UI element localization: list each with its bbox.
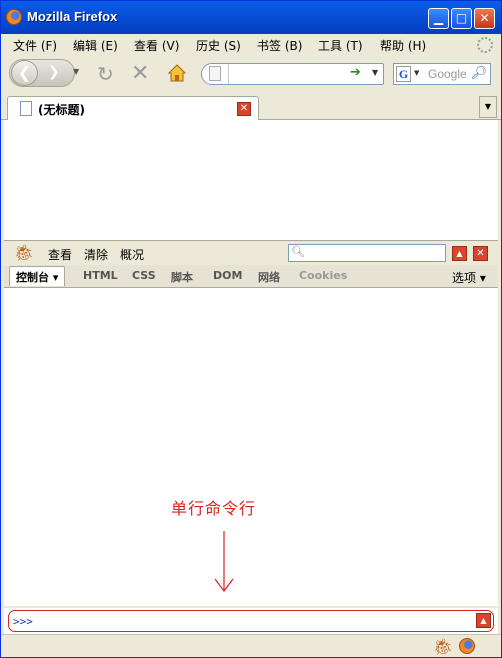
tab-script[interactable]: 脚本	[171, 269, 193, 285]
annotation-highlight	[8, 610, 494, 632]
firebug-panel-tabs: 控制台 ▾ HTML CSS 脚本 DOM 网络 Cookies 选项 ▾	[4, 265, 498, 288]
close-window-button[interactable]: ✕	[474, 8, 495, 29]
annotation-arrow-icon	[214, 531, 234, 592]
status-bar: 🐞︎	[1, 634, 501, 657]
menu-edit[interactable]: 编辑 (E)	[73, 37, 118, 54]
tab-close-button[interactable]: ✕	[237, 102, 251, 116]
maximize-button[interactable]: □	[451, 8, 472, 29]
tab-strip: (无标题) ✕ ▼	[1, 92, 501, 120]
tab-cookies[interactable]: Cookies	[299, 269, 347, 282]
menu-help[interactable]: 帮助 (H)	[380, 37, 426, 54]
tab-console[interactable]: 控制台 ▾	[9, 266, 66, 286]
search-icon[interactable]: 🔎︎	[470, 66, 487, 81]
options-menu[interactable]: 选项 ▾	[452, 269, 486, 286]
search-icon: 🔍︎	[291, 245, 305, 258]
reload-icon[interactable]: ↻	[97, 62, 114, 86]
firebug-search-input[interactable]: 🔍︎	[288, 244, 446, 262]
annotation-label: 单行命令行	[171, 499, 257, 518]
firefox-icon	[6, 9, 22, 25]
menu-tools[interactable]: 工具 (T)	[318, 37, 363, 54]
go-arrow-icon[interactable]: ➔	[350, 65, 361, 80]
page-content	[4, 120, 498, 240]
expand-command-editor-button[interactable]: ▲	[476, 613, 491, 628]
tab-untitled[interactable]: (无标题) ✕	[7, 96, 259, 120]
tab-html[interactable]: HTML	[83, 269, 118, 282]
firebug-toolbar: 🐞︎ 查看 清除 概况 🔍︎ ▲ ✕	[4, 240, 498, 265]
menu-file[interactable]: 文件 (F)	[13, 37, 57, 54]
console-panel	[4, 288, 498, 606]
back-button[interactable]: ❮	[11, 60, 38, 86]
title-bar: Mozilla Firefox ▁ □ ✕	[1, 1, 501, 34]
tab-net[interactable]: 网络	[258, 269, 280, 285]
close-icon: ✕	[479, 11, 490, 25]
engine-dropdown-icon[interactable]: ▼	[414, 69, 419, 77]
menu-view[interactable]: 查看 (V)	[134, 37, 179, 54]
url-dropdown-icon[interactable]: ▼	[372, 68, 378, 77]
browser-window: Mozilla Firefox ▁ □ ✕ 文件 (F) 编辑 (E) 查看 (…	[0, 0, 502, 658]
clear-button[interactable]: 清除	[84, 246, 108, 263]
page-icon	[209, 66, 221, 81]
inspect-button[interactable]: 查看	[48, 246, 72, 263]
tab-dom[interactable]: DOM	[213, 269, 242, 282]
forward-button[interactable]: ❯	[48, 64, 60, 80]
history-dropdown-icon[interactable]: ▼	[73, 67, 79, 76]
window-title: Mozilla Firefox	[27, 9, 118, 24]
menu-history[interactable]: 历史 (S)	[196, 37, 241, 54]
maximize-icon: □	[455, 11, 468, 25]
profile-button[interactable]: 概况	[120, 246, 144, 263]
search-box[interactable]: G ▼ Google 🔎︎	[393, 63, 491, 85]
home-icon[interactable]	[168, 64, 186, 82]
firefox-status-icon	[459, 638, 475, 654]
url-bar[interactable]: ➔ ▼	[201, 63, 384, 85]
minimize-button[interactable]: ▁	[428, 8, 449, 29]
tab-css[interactable]: CSS	[132, 269, 156, 282]
search-input[interactable]: Google	[428, 67, 467, 81]
minimize-icon: ▁	[433, 11, 444, 25]
tab-label: (无标题)	[38, 103, 85, 117]
back-arrow-icon: ❮	[17, 63, 32, 82]
firebug-icon[interactable]: 🐞︎	[14, 243, 34, 262]
firebug-minimize-button[interactable]: ▲	[452, 246, 467, 261]
tab-list-button[interactable]: ▼	[479, 96, 497, 118]
command-line-input[interactable]: >>>	[13, 615, 33, 628]
navigation-toolbar: ❮ ❯ ▼ ↻ ✕ ➔ ▼ G ▼ Google 🔎︎	[1, 56, 501, 92]
stop-icon[interactable]: ✕	[131, 61, 149, 86]
page-icon	[20, 101, 32, 116]
menu-bookmarks[interactable]: 书签 (B)	[257, 37, 302, 54]
back-forward-group: ❮ ❯	[9, 59, 75, 87]
google-engine-icon[interactable]: G	[396, 66, 411, 82]
throbber-icon	[477, 37, 493, 53]
firebug-status-icon[interactable]: 🐞︎	[433, 637, 453, 656]
menu-bar: 文件 (F) 编辑 (E) 查看 (V) 历史 (S) 书签 (B) 工具 (T…	[1, 34, 501, 56]
firebug-close-button[interactable]: ✕	[473, 246, 488, 261]
